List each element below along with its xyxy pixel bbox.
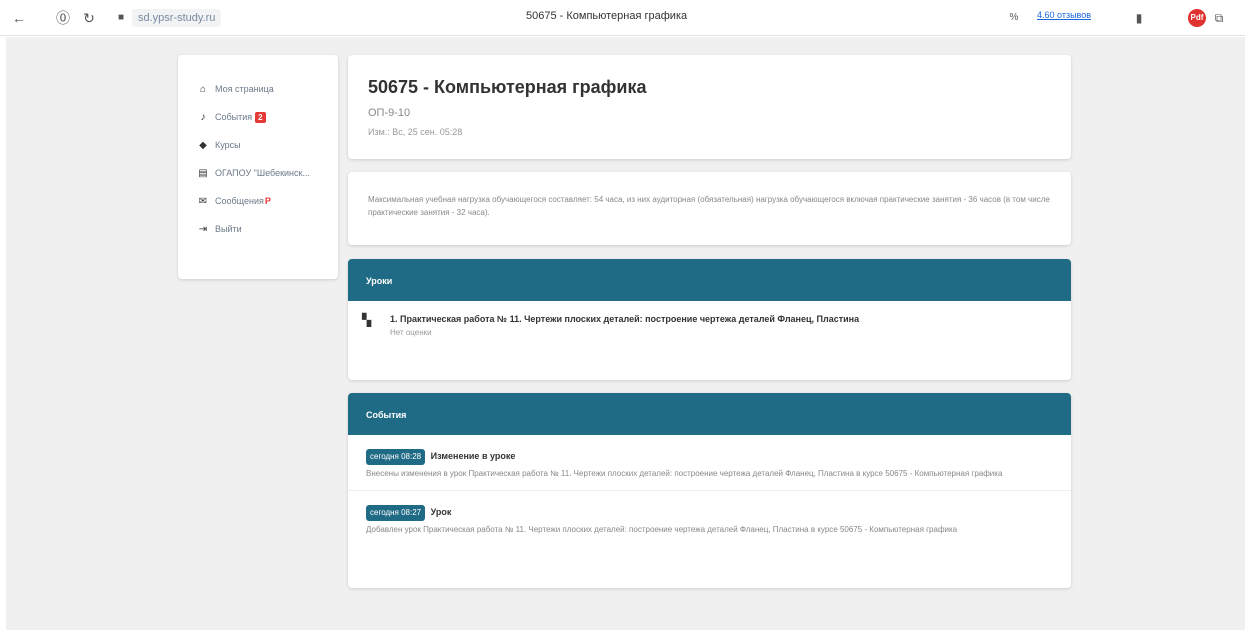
back-icon[interactable]: ← [10, 9, 28, 27]
sidebar-item-label: Курсы [215, 140, 241, 150]
reviews-link[interactable]: 4.60 отзывов [1037, 10, 1091, 20]
lesson-grade: Нет оценки [390, 328, 432, 337]
sidebar-item-messages[interactable]: ✉ Сообщения P [196, 187, 338, 215]
chat-icon: ✉ [198, 195, 208, 207]
sidebar-item-my-page[interactable]: ⌂ Моя страница [196, 75, 338, 103]
reload-icon[interactable]: ↻ [80, 9, 98, 27]
event-description: Добавлен урок Практическая работа № 11. … [366, 525, 958, 534]
sidebar: ⌂ Моя страница ♪ События 2 ◆ Курсы ▤ ОГА… [178, 55, 338, 279]
sidebar-item-organization[interactable]: ▤ ОГАПОУ "Шебекинск... [196, 159, 338, 187]
logout-icon: ⇥ [198, 223, 208, 235]
sidebar-item-label: Сообщения [215, 196, 264, 206]
home-icon: ⌂ [199, 83, 207, 95]
pdf-extension-icon[interactable]: Pdf [1188, 9, 1206, 27]
graduation-cap-icon: ◆ [199, 139, 207, 151]
browser-toolbar: ← ⓪ ↻ ■ sd.ypsr-study.ru 50675 - Компьют… [0, 0, 1245, 36]
course-group: ОП-9-10 [368, 107, 411, 119]
extensions-icon[interactable]: ⧉ [1210, 9, 1228, 27]
event-name: Изменение в уроке [430, 451, 516, 461]
shield-icon[interactable]: ⓪ [54, 9, 72, 27]
event-time-badge: сегодня 08:28 [366, 449, 426, 465]
events-card: События сегодня 08:28 Изменение в уроке … [348, 393, 1071, 588]
course-description: Максимальная учебная нагрузка обучающего… [368, 195, 1050, 217]
lesson-item[interactable]: ▚ 1. Практическая работа № 11. Чертежи п… [348, 301, 1071, 347]
course-changed-date: Изм.: Вс, 25 сен. 05:28 [368, 127, 463, 137]
course-header-card: 50675 - Компьютерная графика ОП-9-10 Изм… [348, 55, 1071, 159]
sidebar-item-label: Моя страница [215, 84, 274, 94]
lessons-card: Уроки ▚ 1. Практическая работа № 11. Чер… [348, 259, 1071, 380]
sidebar-item-label: События [215, 112, 253, 122]
bell-icon: ♪ [200, 111, 206, 123]
event-item[interactable]: сегодня 08:27 Урок Добавлен урок Практич… [348, 491, 1071, 546]
lessons-header: Уроки [348, 259, 1071, 301]
address-bar[interactable]: sd.ypsr-study.ru [132, 9, 222, 27]
sidebar-item-label: ОГАПОУ "Шебекинск... [215, 168, 310, 178]
notification-badge: 2 [255, 111, 266, 123]
course-title: 50675 - Компьютерная графика [368, 77, 647, 97]
event-item[interactable]: сегодня 08:28 Изменение в уроке Внесены … [348, 435, 1071, 491]
bookmark-icon[interactable]: ▮ [1130, 9, 1148, 27]
sidebar-item-label: Выйти [215, 224, 242, 234]
sidebar-item-logout[interactable]: ⇥ Выйти [196, 215, 338, 243]
lesson-title[interactable]: 1. Практическая работа № 11. Чертежи пло… [390, 313, 1053, 326]
building-icon: ▤ [198, 167, 208, 179]
lock-icon: ■ [117, 12, 125, 23]
lesson-icon: ▚ [362, 313, 372, 327]
event-description: Внесены изменения в урок Практическая ра… [366, 469, 1003, 478]
messages-flag: P [264, 196, 271, 206]
sidebar-item-events[interactable]: ♪ События 2 [196, 103, 338, 131]
translate-icon[interactable]: % [1005, 9, 1023, 27]
sidebar-item-courses[interactable]: ◆ Курсы [196, 131, 338, 159]
course-description-card: Максимальная учебная нагрузка обучающего… [348, 172, 1071, 245]
events-header: События [348, 393, 1071, 435]
page-title-tab: 50675 - Компьютерная графика [526, 10, 688, 22]
event-name: Урок [430, 507, 452, 517]
event-time-badge: сегодня 08:27 [366, 505, 426, 521]
